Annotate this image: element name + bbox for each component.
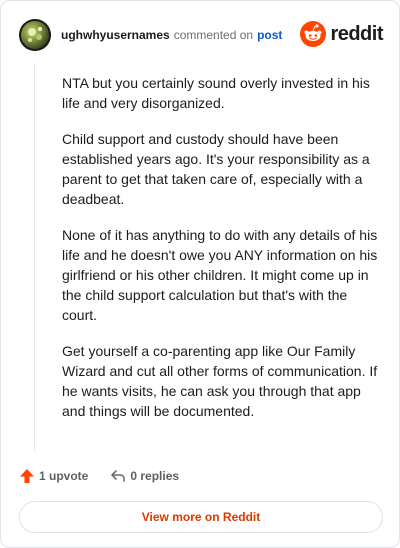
reddit-wordmark: reddit (330, 22, 383, 45)
comment-meta: ughwhyusernames commented on post (61, 27, 282, 43)
comment-embed-card: ughwhyusernames commented on post reddit… (0, 0, 400, 548)
comment-paragraph: None of it has anything to do with any d… (62, 227, 378, 323)
view-more-button[interactable]: View more on Reddit (19, 501, 383, 533)
replies-count: 0 replies (130, 469, 180, 483)
thread-line (34, 63, 35, 451)
post-link[interactable]: post (257, 27, 282, 43)
comment-body: NTA but you certainly sound overly inves… (62, 73, 380, 437)
action-text: commented on (173, 28, 254, 42)
avatar-image (19, 19, 51, 51)
upvote-arrow-icon (20, 469, 34, 483)
comment-header: ughwhyusernames commented on post reddit (19, 17, 383, 53)
upvote-button[interactable]: 1 upvote (19, 468, 88, 484)
comment-actions: 1 upvote 0 replies (19, 465, 179, 487)
reddit-brand[interactable]: reddit (300, 19, 383, 49)
comment-paragraph: NTA but you certainly sound overly inves… (62, 75, 370, 111)
user-avatar[interactable] (19, 19, 51, 51)
comment-paragraph: Child support and custody should have be… (62, 131, 370, 207)
reddit-snoo-icon (300, 21, 327, 47)
comment-paragraph: Get yourself a co-parenting app like Our… (62, 343, 378, 419)
reply-arrow-icon (111, 470, 126, 482)
upvote-count: 1 upvote (39, 469, 89, 483)
author-username[interactable]: ughwhyusernames (61, 27, 170, 43)
replies-button[interactable]: 0 replies (110, 468, 179, 484)
